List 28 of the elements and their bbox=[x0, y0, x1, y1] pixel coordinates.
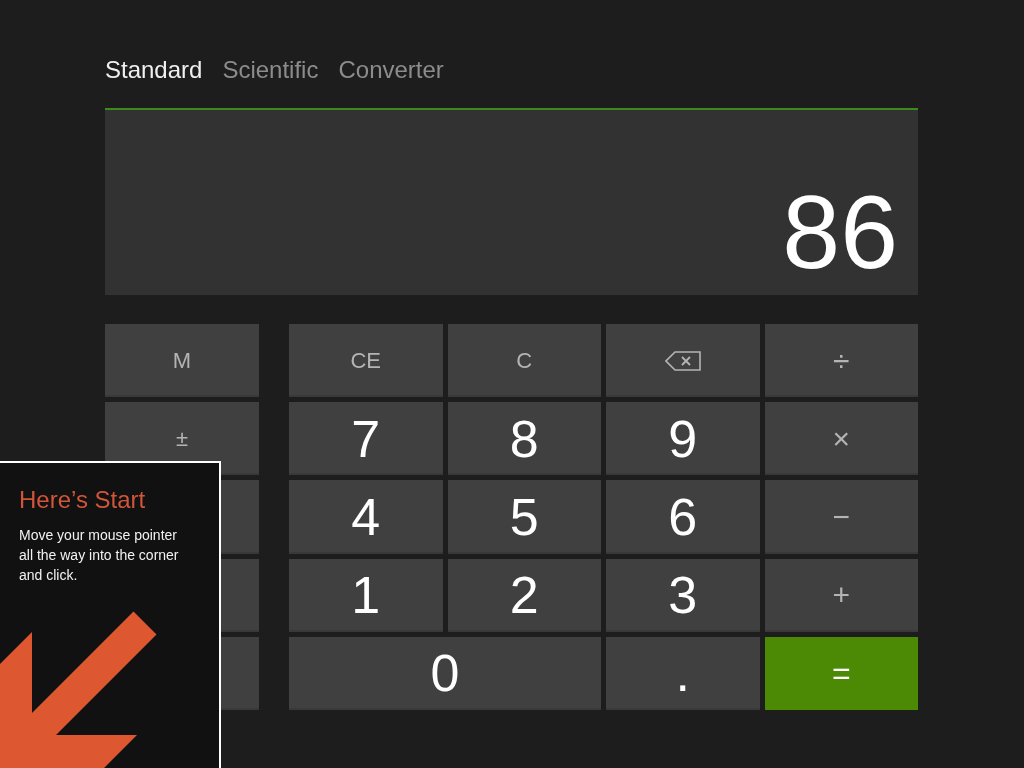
mode-tab[interactable]: Standard bbox=[105, 55, 203, 85]
digit-key[interactable]: 0 bbox=[289, 636, 601, 710]
digit-key[interactable]: 4 bbox=[289, 480, 443, 554]
operator-key[interactable]: − bbox=[764, 480, 918, 554]
operator-key[interactable]: + bbox=[764, 558, 918, 632]
display-value: 86 bbox=[782, 180, 898, 284]
function-key[interactable]: C bbox=[447, 324, 601, 398]
mode-tab[interactable]: Converter bbox=[338, 55, 444, 85]
backspace-icon bbox=[664, 350, 701, 371]
operator-key[interactable]: × bbox=[764, 402, 918, 476]
arrow-icon bbox=[0, 610, 158, 768]
tip-text: Move your mouse pointer all the way into the corner and click. bbox=[19, 526, 180, 585]
digit-key[interactable]: 3 bbox=[606, 558, 760, 632]
function-key[interactable]: M bbox=[105, 324, 259, 398]
digit-key[interactable]: 9 bbox=[606, 402, 760, 476]
backspace-button[interactable] bbox=[606, 324, 760, 398]
digit-key[interactable]: 6 bbox=[606, 480, 760, 554]
digit-key[interactable]: 1 bbox=[289, 558, 443, 632]
operator-key[interactable]: ÷ bbox=[764, 324, 918, 398]
digit-key[interactable]: 2 bbox=[447, 558, 601, 632]
digit-key[interactable]: 5 bbox=[447, 480, 601, 554]
digit-key[interactable]: 8 bbox=[447, 402, 601, 476]
digit-key[interactable]: . bbox=[606, 636, 760, 710]
mode-tab[interactable]: Scientific bbox=[222, 55, 319, 85]
tip-title: Here’s Start bbox=[19, 486, 147, 514]
equals-button[interactable]: = bbox=[764, 636, 918, 710]
function-key[interactable]: CE bbox=[289, 324, 443, 398]
digit-key[interactable]: 7 bbox=[289, 402, 443, 476]
